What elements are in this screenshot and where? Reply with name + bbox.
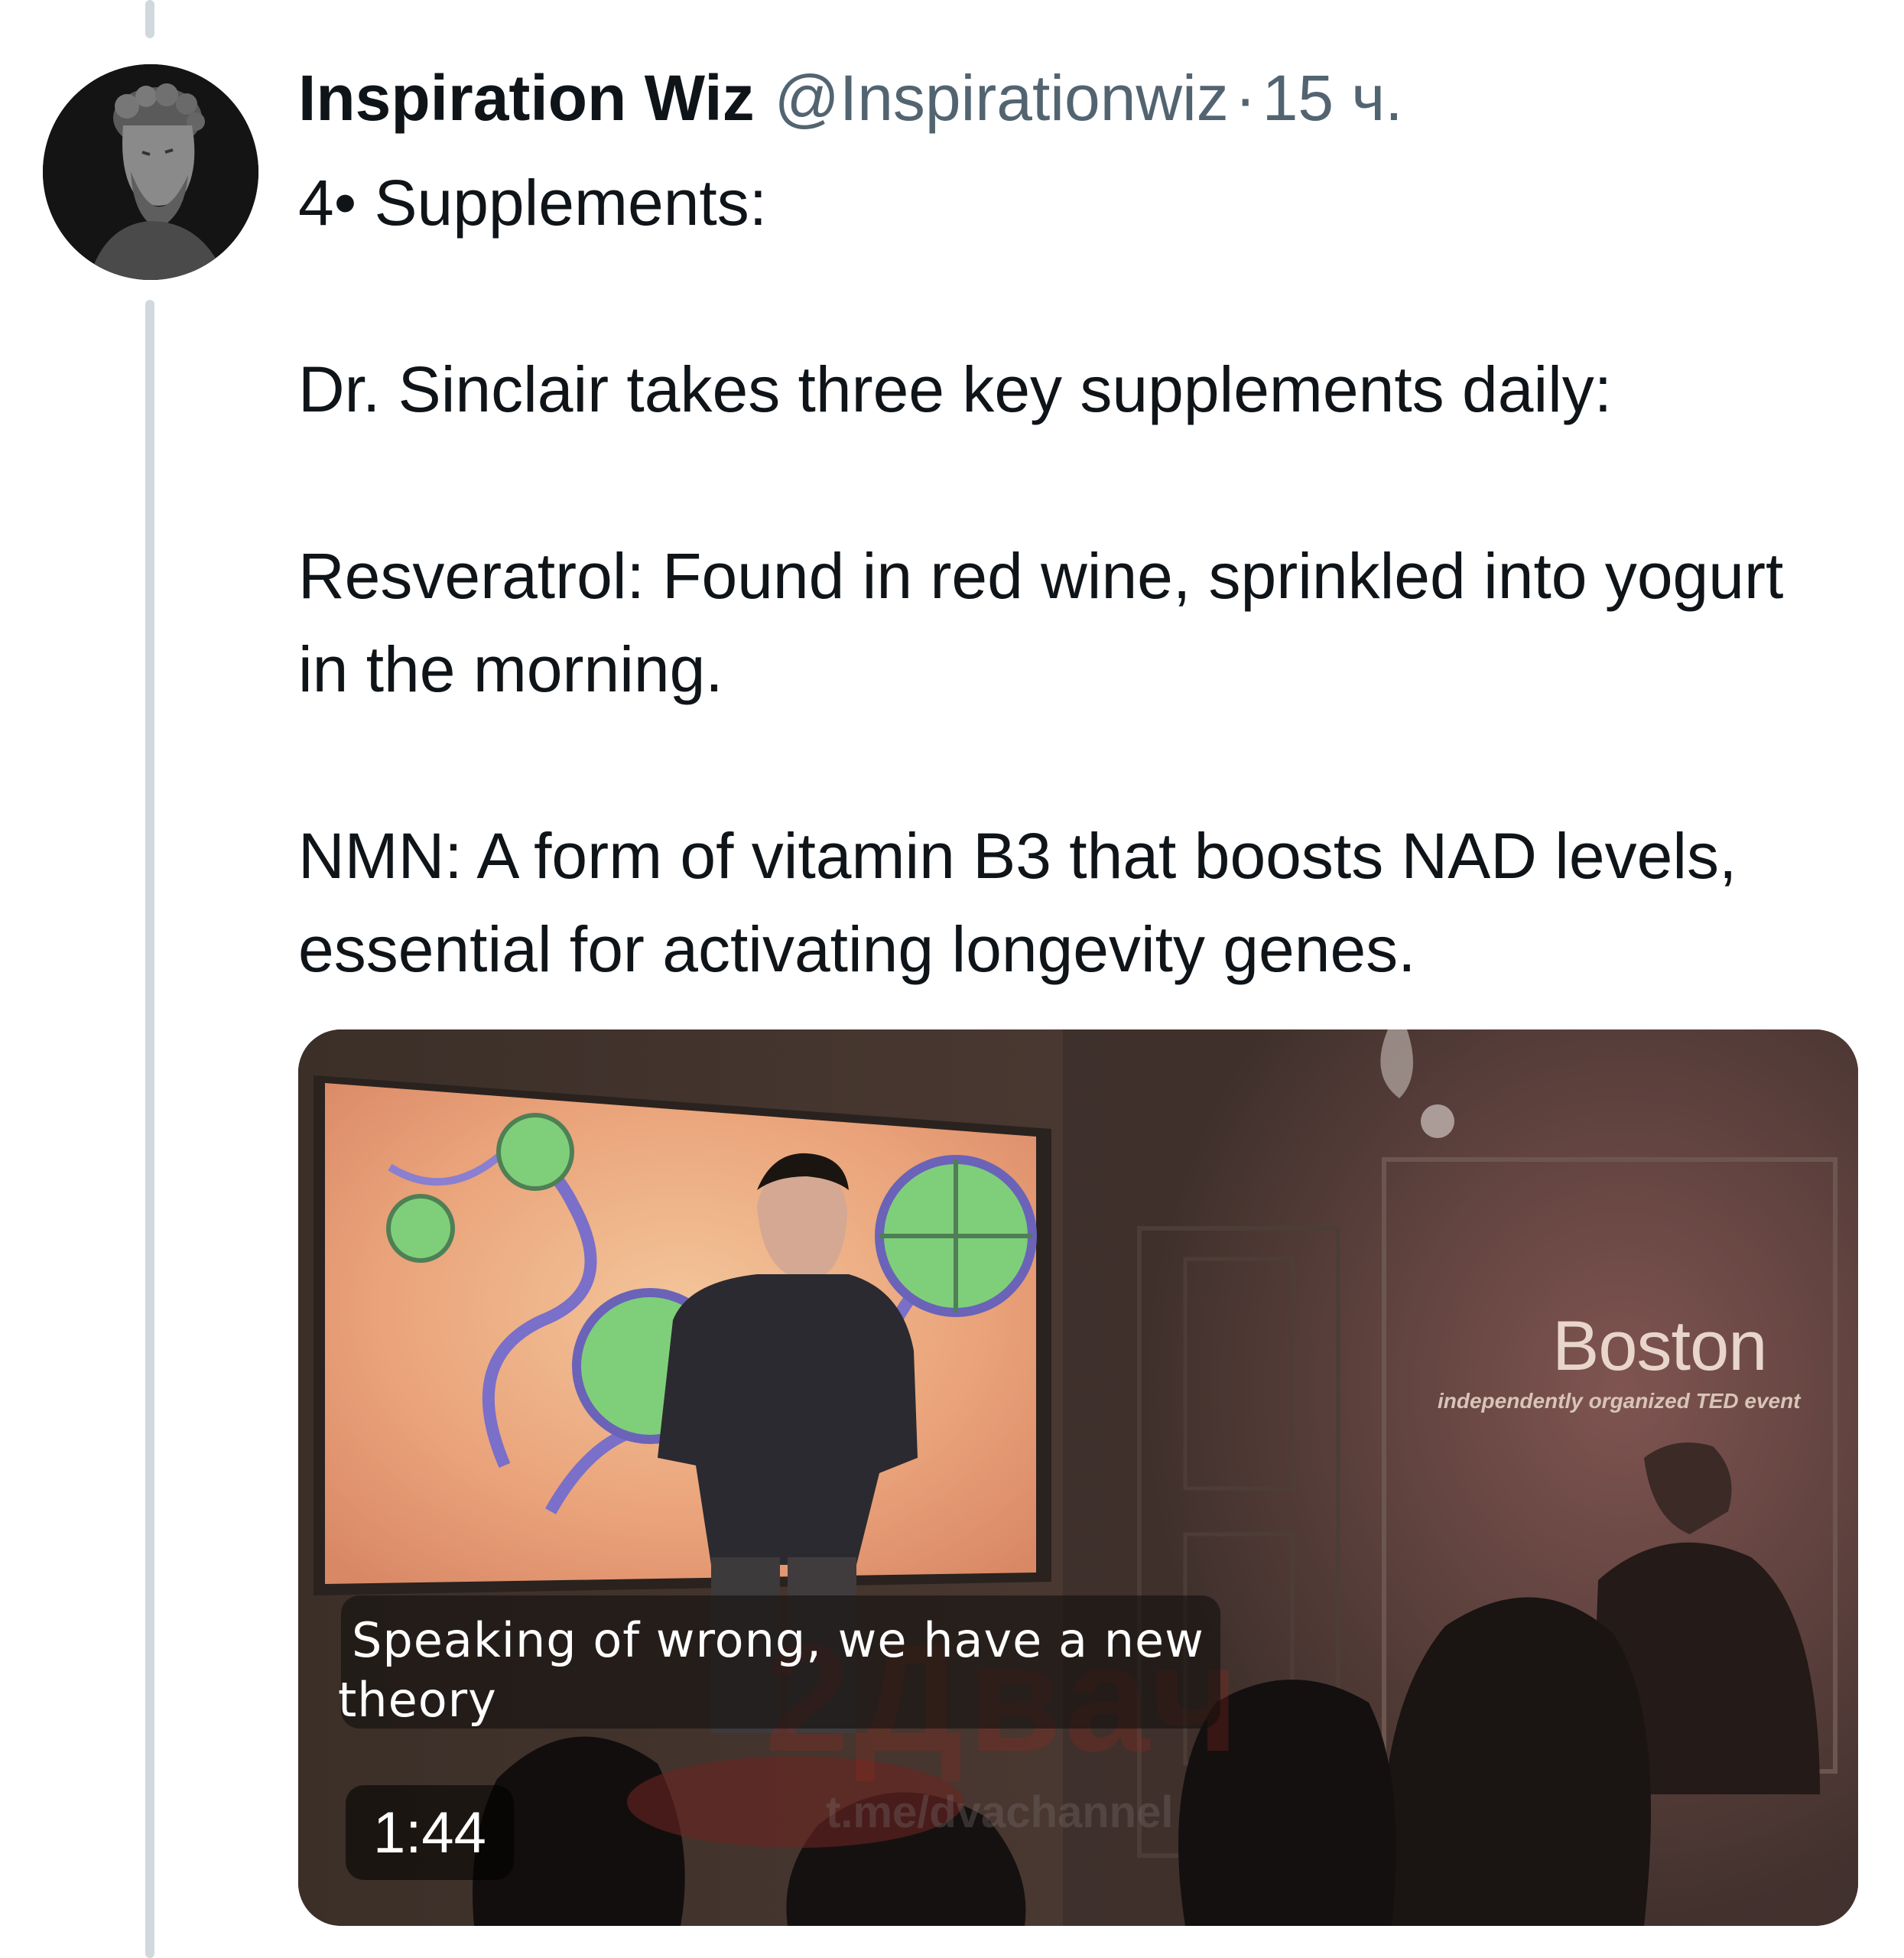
user-handle[interactable]: @Inspirationwiz (775, 60, 1229, 136)
tweet-paragraph: NMN: A form of vitamin B3 that boosts NA… (298, 820, 1737, 985)
subtitle-line: theory (338, 1672, 497, 1728)
tweet-header: Inspiration Wiz @Inspirationwiz · 15 ч. (298, 60, 1403, 136)
channel-watermark-url: t.me/dvachannel (826, 1787, 1174, 1837)
display-name[interactable]: Inspiration Wiz (298, 60, 755, 136)
thread-connector-line (145, 300, 154, 1958)
tweet-paragraph: 4• Supplements: (298, 167, 768, 239)
tweet-paragraph: Dr. Sinclair takes three key supplements… (298, 353, 1613, 425)
video-subtitle: Speaking of wrong, we have a new theory (338, 1611, 1225, 1730)
video-duration-badge: 1:44 (346, 1785, 514, 1880)
subtitle-line: Speaking of wrong, we have a new (352, 1612, 1204, 1668)
backdrop-title: Boston (1552, 1307, 1767, 1385)
tweet-paragraph: Resveratrol: Found in red wine, sprinkle… (298, 540, 1784, 705)
tweet-text: 4• Supplements: Dr. Sinclair takes three… (298, 156, 1843, 996)
avatar[interactable] (43, 64, 258, 280)
bust-statue-avatar-icon (43, 64, 258, 280)
separator-dot: · (1234, 62, 1256, 134)
backdrop-subtitle: independently organized TED event (1438, 1389, 1801, 1413)
video-player[interactable]: Boston independently organized TED event… (298, 1029, 1858, 1926)
timestamp[interactable]: 15 ч. (1262, 60, 1403, 136)
thread-connector-top (145, 0, 154, 38)
